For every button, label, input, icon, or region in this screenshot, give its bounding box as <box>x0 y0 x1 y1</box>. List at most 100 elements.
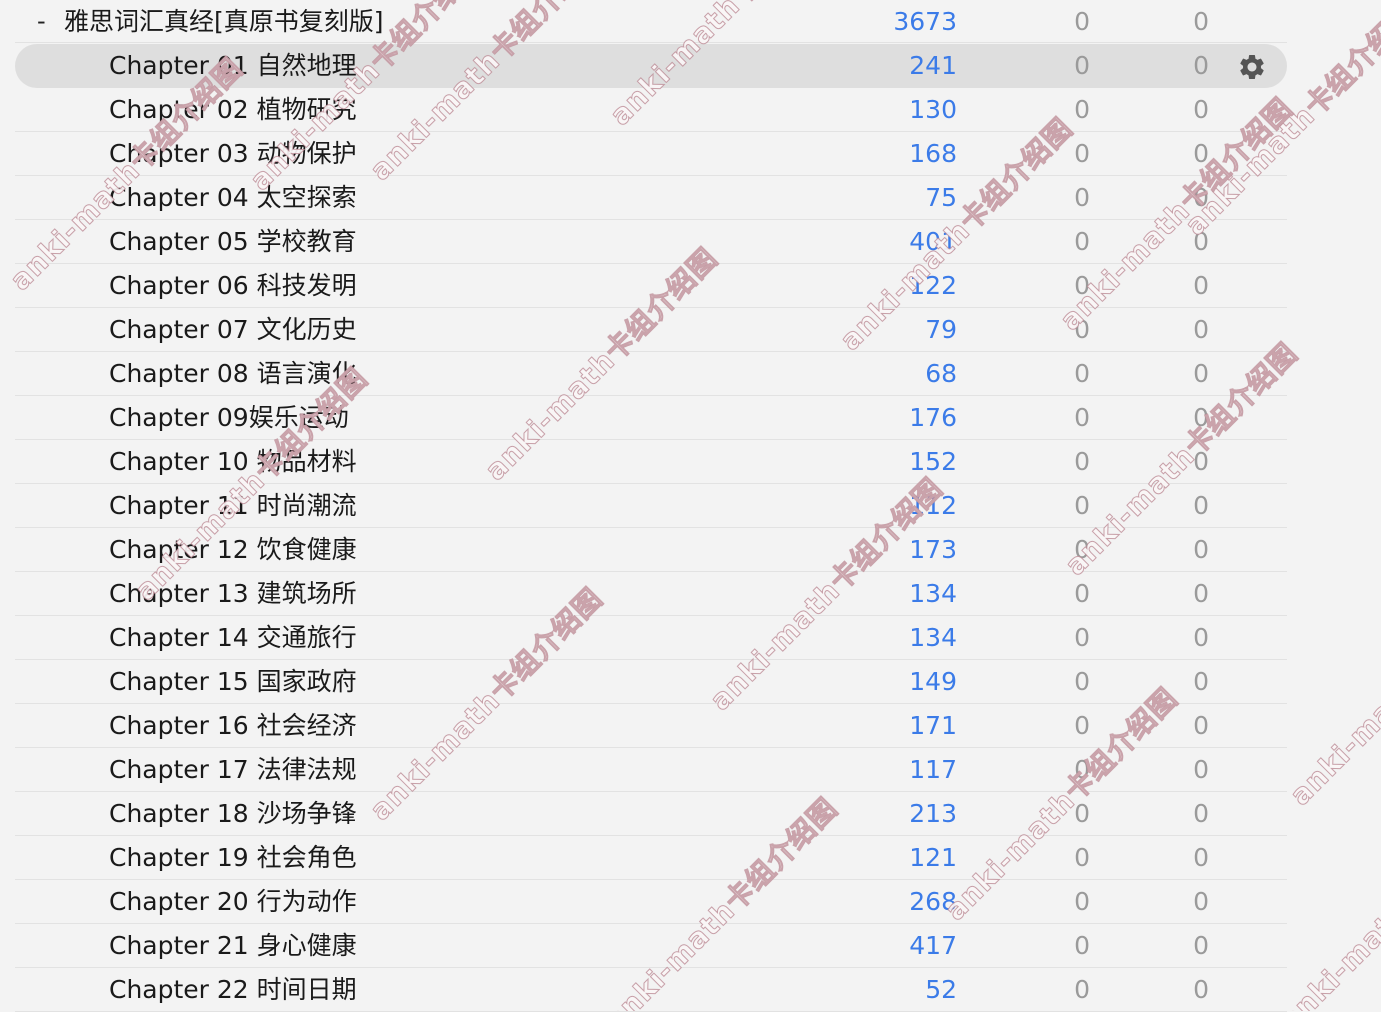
new-count: 117 <box>909 755 957 784</box>
due-count: 0 <box>1193 799 1209 828</box>
due-count: 0 <box>1193 535 1209 564</box>
gear-icon[interactable] <box>1237 52 1267 82</box>
learn-count: 0 <box>1074 931 1090 960</box>
deck-name[interactable]: Chapter 19 社会角色 <box>109 840 357 876</box>
new-count: 241 <box>909 51 957 80</box>
due-count: 0 <box>1193 359 1209 388</box>
deck-row[interactable]: Chapter 05 学校教育 401 0 0 <box>15 220 1287 264</box>
deck-name[interactable]: Chapter 13 建筑场所 <box>109 576 357 612</box>
due-count: 0 <box>1193 887 1209 916</box>
learn-count: 0 <box>1074 95 1090 124</box>
new-count: 134 <box>909 579 957 608</box>
due-count: 0 <box>1193 315 1209 344</box>
due-count: 0 <box>1193 95 1209 124</box>
learn-count: 0 <box>1074 579 1090 608</box>
deck-name[interactable]: Chapter 21 身心健康 <box>109 928 357 964</box>
deck-name[interactable]: Chapter 20 行为动作 <box>109 884 357 920</box>
learn-count: 0 <box>1074 623 1090 652</box>
new-count: 176 <box>909 403 957 432</box>
deck-name[interactable]: Chapter 15 国家政府 <box>109 664 357 700</box>
deck-name[interactable]: Chapter 03 动物保护 <box>109 136 357 172</box>
due-count: 0 <box>1193 667 1209 696</box>
learn-count: 0 <box>1074 799 1090 828</box>
deck-name[interactable]: Chapter 14 交通旅行 <box>109 620 357 656</box>
deck-row[interactable]: Chapter 18 沙场争锋 213 0 0 <box>15 792 1287 836</box>
deck-row-parent[interactable]: - 雅思词汇真经[真原书复刻版] 3673 0 0 <box>15 0 1287 43</box>
deck-row[interactable]: Chapter 10 物品材料 152 0 0 <box>15 440 1287 484</box>
deck-name[interactable]: Chapter 22 时间日期 <box>109 972 357 1008</box>
deck-list: - 雅思词汇真经[真原书复刻版] 3673 0 0 Chapter 01 自然地… <box>0 0 1381 1012</box>
new-count: 152 <box>909 447 957 476</box>
learn-count: 0 <box>1074 403 1090 432</box>
deck-name[interactable]: Chapter 09娱乐运动 <box>109 400 349 436</box>
deck-name[interactable]: Chapter 18 沙场争锋 <box>109 796 357 832</box>
deck-name[interactable]: Chapter 08 语言演化 <box>109 356 357 392</box>
due-count: 0 <box>1193 755 1209 784</box>
due-count: 0 <box>1193 491 1209 520</box>
due-count: 0 <box>1193 139 1209 168</box>
deck-name[interactable]: Chapter 11 时尚潮流 <box>109 488 357 524</box>
learn-count: 0 <box>1074 491 1090 520</box>
learn-count: 0 <box>1074 975 1090 1004</box>
deck-row[interactable]: Chapter 15 国家政府 149 0 0 <box>15 660 1287 704</box>
deck-row[interactable]: Chapter 21 身心健康 417 0 0 <box>15 924 1287 968</box>
learn-count: 0 <box>1074 711 1090 740</box>
learn-count: 0 <box>1074 535 1090 564</box>
collapse-toggle[interactable]: - <box>37 6 46 36</box>
learn-count: 0 <box>1074 755 1090 784</box>
learn-count: 0 <box>1074 7 1090 36</box>
learn-count: 0 <box>1074 843 1090 872</box>
new-count: 121 <box>909 843 957 872</box>
learn-count: 0 <box>1074 271 1090 300</box>
deck-name[interactable]: Chapter 05 学校教育 <box>109 224 357 260</box>
deck-name[interactable]: Chapter 06 科技发明 <box>109 268 357 304</box>
learn-count: 0 <box>1074 359 1090 388</box>
deck-row[interactable]: Chapter 11 时尚潮流 112 0 0 <box>15 484 1287 528</box>
deck-row[interactable]: Chapter 04 太空探索 75 0 0 <box>15 176 1287 220</box>
new-count: 130 <box>909 95 957 124</box>
deck-row[interactable]: Chapter 13 建筑场所 134 0 0 <box>15 572 1287 616</box>
new-count: 168 <box>909 139 957 168</box>
deck-name[interactable]: Chapter 17 法律法规 <box>109 752 357 788</box>
deck-row[interactable]: Chapter 07 文化历史 79 0 0 <box>15 308 1287 352</box>
learn-count: 0 <box>1074 315 1090 344</box>
deck-row[interactable]: Chapter 02 植物研究 130 0 0 <box>15 88 1287 132</box>
deck-row[interactable]: Chapter 09娱乐运动 176 0 0 <box>15 396 1287 440</box>
due-count: 0 <box>1193 7 1209 36</box>
deck-name[interactable]: Chapter 16 社会经济 <box>109 708 357 744</box>
due-count: 0 <box>1193 623 1209 652</box>
new-count: 79 <box>925 315 957 344</box>
new-count: 213 <box>909 799 957 828</box>
due-count: 0 <box>1193 843 1209 872</box>
deck-row[interactable]: Chapter 01 自然地理 241 0 0 <box>15 44 1287 88</box>
deck-name[interactable]: Chapter 01 自然地理 <box>109 48 357 84</box>
deck-name[interactable]: 雅思词汇真经[真原书复刻版] <box>64 4 384 40</box>
deck-row[interactable]: Chapter 12 饮食健康 173 0 0 <box>15 528 1287 572</box>
deck-name[interactable]: Chapter 12 饮食健康 <box>109 532 357 568</box>
deck-row[interactable]: Chapter 14 交通旅行 134 0 0 <box>15 616 1287 660</box>
due-count: 0 <box>1193 579 1209 608</box>
learn-count: 0 <box>1074 227 1090 256</box>
deck-row[interactable]: Chapter 20 行为动作 268 0 0 <box>15 880 1287 924</box>
deck-row[interactable]: Chapter 19 社会角色 121 0 0 <box>15 836 1287 880</box>
deck-row[interactable]: Chapter 08 语言演化 68 0 0 <box>15 352 1287 396</box>
deck-row[interactable]: Chapter 06 科技发明 122 0 0 <box>15 264 1287 308</box>
due-count: 0 <box>1193 183 1209 212</box>
due-count: 0 <box>1193 447 1209 476</box>
due-count: 0 <box>1193 403 1209 432</box>
deck-name[interactable]: Chapter 02 植物研究 <box>109 92 357 128</box>
deck-row[interactable]: Chapter 16 社会经济 171 0 0 <box>15 704 1287 748</box>
due-count: 0 <box>1193 711 1209 740</box>
new-count: 75 <box>925 183 957 212</box>
deck-name[interactable]: Chapter 07 文化历史 <box>109 312 357 348</box>
learn-count: 0 <box>1074 139 1090 168</box>
deck-row[interactable]: Chapter 17 法律法规 117 0 0 <box>15 748 1287 792</box>
deck-row[interactable]: Chapter 03 动物保护 168 0 0 <box>15 132 1287 176</box>
learn-count: 0 <box>1074 887 1090 916</box>
new-count: 112 <box>909 491 957 520</box>
due-count: 0 <box>1193 975 1209 1004</box>
deck-name[interactable]: Chapter 10 物品材料 <box>109 444 357 480</box>
deck-name[interactable]: Chapter 04 太空探索 <box>109 180 357 216</box>
deck-row[interactable]: Chapter 22 时间日期 52 0 0 <box>15 968 1287 1012</box>
new-count: 268 <box>909 887 957 916</box>
